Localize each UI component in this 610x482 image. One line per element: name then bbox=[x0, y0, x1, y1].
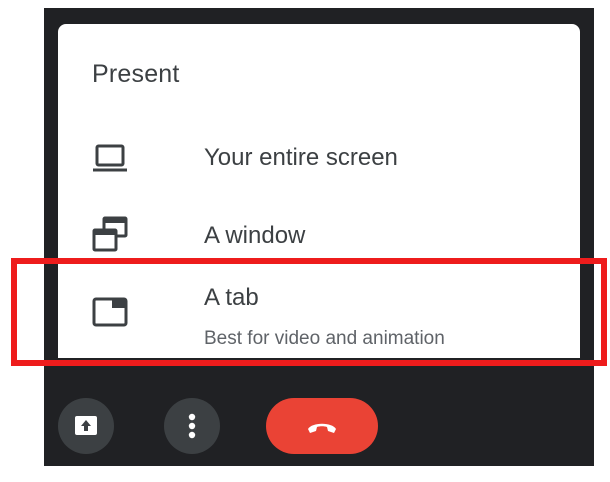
tab-icon bbox=[92, 296, 128, 333]
more-options-icon bbox=[164, 398, 220, 454]
end-call-icon bbox=[266, 398, 378, 454]
menu-item-label: A window bbox=[204, 222, 306, 249]
menu-item-description: Best for video and animation bbox=[204, 328, 445, 349]
menu-item-entire-screen[interactable]: Your entire screen bbox=[58, 128, 580, 188]
screenshot-stage: Present Your entire screen A window A ta… bbox=[0, 0, 610, 482]
menu-title: Present bbox=[92, 60, 180, 88]
present-screen-icon bbox=[58, 398, 114, 454]
end-call-button[interactable] bbox=[266, 398, 378, 454]
window-icon bbox=[92, 216, 128, 259]
present-menu: Present Your entire screen A window A ta… bbox=[58, 24, 580, 358]
menu-item-label: Your entire screen bbox=[204, 144, 398, 171]
call-controls-bar bbox=[44, 398, 594, 454]
menu-item-label: A tab bbox=[204, 284, 259, 311]
menu-item-tab[interactable]: A tab Best for video and animation bbox=[58, 270, 580, 358]
monitor-icon bbox=[92, 142, 128, 179]
present-screen-button[interactable] bbox=[58, 398, 114, 454]
more-options-button[interactable] bbox=[164, 398, 220, 454]
menu-item-window[interactable]: A window bbox=[58, 206, 580, 266]
